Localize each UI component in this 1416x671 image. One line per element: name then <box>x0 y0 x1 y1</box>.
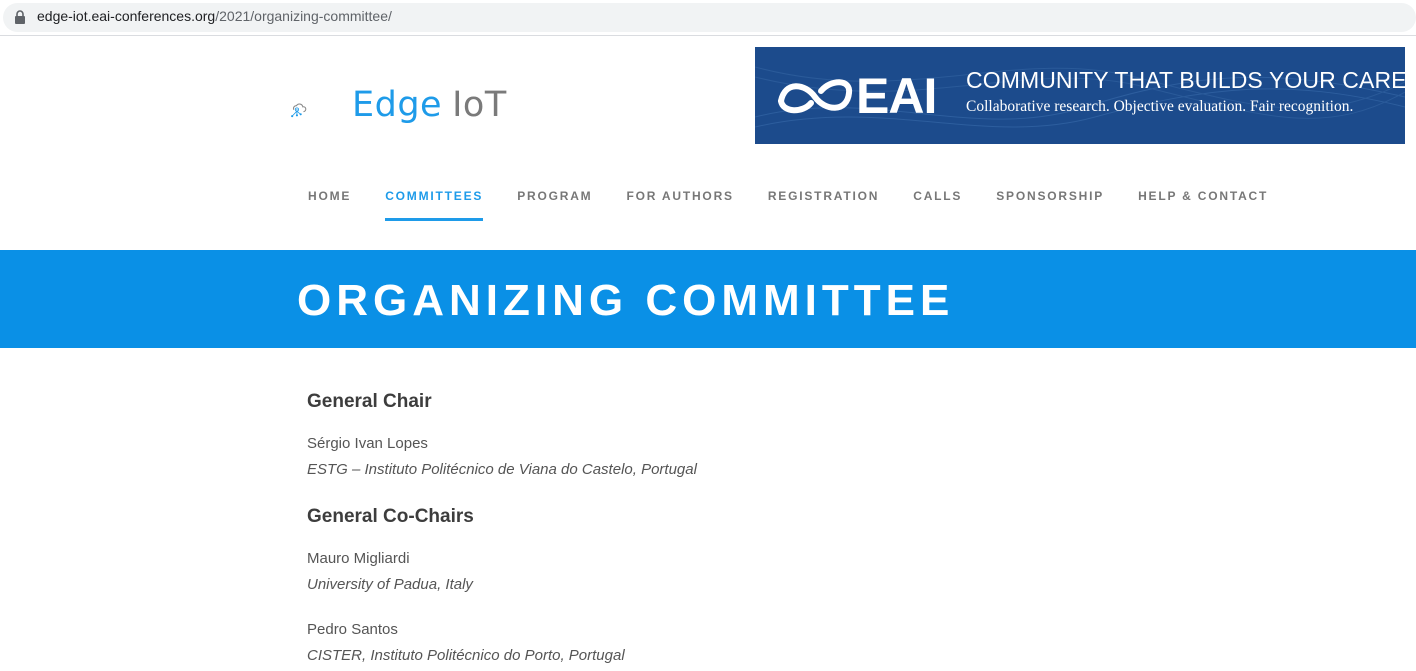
url-host: edge-iot.eai-conferences.org <box>37 8 216 24</box>
section-heading-general-co-chairs: General Co-Chairs <box>307 506 474 527</box>
nav-item-home[interactable]: HOME <box>308 189 351 221</box>
nav-item-help-contact[interactable]: HELP & CONTACT <box>1138 189 1268 221</box>
edge-iot-cloud-icon <box>291 103 307 118</box>
page-title-bar: ORGANIZING COMMITTEE <box>0 250 1416 348</box>
nav-item-calls[interactable]: CALLS <box>913 189 962 221</box>
logo-word-edge: Edge <box>352 85 443 125</box>
person-name: Mauro Migliardi <box>307 550 410 567</box>
lock-icon[interactable] <box>14 10 26 24</box>
person-name: Sérgio Ivan Lopes <box>307 435 428 452</box>
person-name: Pedro Santos <box>307 621 398 638</box>
page-title: ORGANIZING COMMITTEE <box>297 276 955 325</box>
committee-content: General Chair Sérgio Ivan Lopes ESTG – I… <box>307 388 1107 669</box>
eai-banner[interactable]: EAI COMMUNITY THAT BUILDS YOUR CAREER Co… <box>755 47 1405 144</box>
main-navigation: HOME COMMITTEES PROGRAM FOR AUTHORS REGI… <box>308 189 1302 221</box>
site-logo-text: Edge IoT <box>352 85 507 125</box>
nav-item-committees[interactable]: COMMITTEES <box>385 189 484 221</box>
section-heading-general-chair: General Chair <box>307 391 432 412</box>
nav-item-for-authors[interactable]: FOR AUTHORS <box>626 189 733 221</box>
url-text[interactable]: edge-iot.eai-conferences.org/2021/organi… <box>37 8 392 24</box>
person-affiliation: ESTG – Instituto Politécnico de Viana do… <box>307 461 697 478</box>
nav-item-program[interactable]: PROGRAM <box>517 189 592 221</box>
eai-infinity-icon <box>778 79 853 114</box>
logo-word-iot: IoT <box>452 85 507 125</box>
banner-brand: EAI <box>856 68 937 124</box>
url-path: /2021/organizing-committee/ <box>215 8 392 24</box>
nav-item-sponsorship[interactable]: SPONSORSHIP <box>996 189 1104 221</box>
person-affiliation: University of Padua, Italy <box>307 576 473 593</box>
browser-address-bar: edge-iot.eai-conferences.org/2021/organi… <box>0 0 1416 36</box>
nav-item-registration[interactable]: REGISTRATION <box>768 189 879 221</box>
banner-headline: COMMUNITY THAT BUILDS YOUR CAREER <box>966 67 1405 93</box>
banner-subline: Collaborative research. Objective evalua… <box>966 98 1354 115</box>
person-affiliation: CISTER, Instituto Politécnico do Porto, … <box>307 647 625 664</box>
